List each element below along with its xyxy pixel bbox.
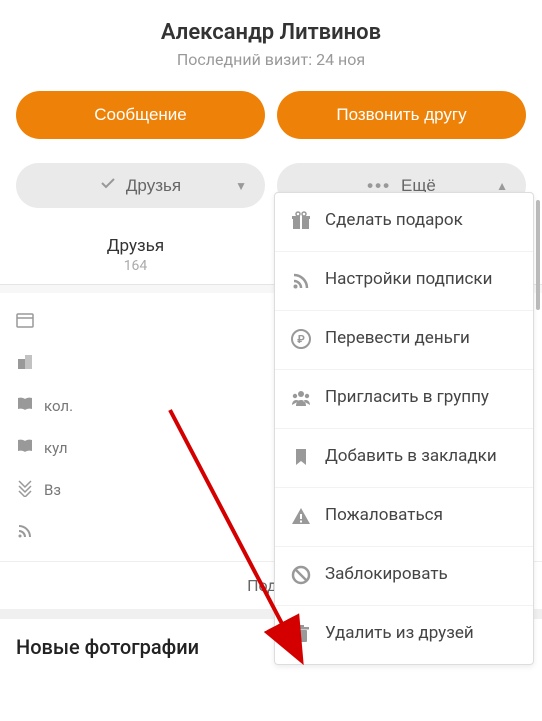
tab-friends[interactable]: Друзья 164: [0, 226, 271, 284]
rank-icon: [16, 479, 34, 501]
gift-icon: [291, 211, 311, 235]
menu-item-remove-friend[interactable]: Удалить из друзей: [275, 605, 533, 664]
warning-icon: [291, 506, 311, 530]
call-friend-button[interactable]: Позвонить другу: [277, 91, 526, 139]
list-item-label: кол.: [44, 397, 73, 415]
message-button[interactable]: Сообщение: [16, 91, 265, 139]
menu-item-invite-group[interactable]: Пригласить в группу: [275, 369, 533, 428]
friends-dropdown-button[interactable]: Друзья ▼: [16, 163, 265, 208]
trash-icon: [291, 624, 311, 648]
menu-label: Настройки подписки: [325, 268, 492, 290]
book-icon: [16, 395, 34, 417]
rss-icon: [291, 270, 311, 294]
menu-item-gift[interactable]: Сделать подарок: [275, 193, 533, 251]
menu-label: Заблокировать: [325, 563, 448, 585]
block-icon: [291, 565, 311, 589]
menu-label: Сделать подарок: [325, 209, 463, 231]
scrollbar[interactable]: [536, 200, 540, 310]
more-dropdown-menu: Сделать подарок Настройки подписки ₽ Пер…: [274, 192, 534, 665]
menu-label: Добавить в закладки: [325, 445, 497, 467]
chevron-down-icon: ▼: [235, 179, 247, 193]
svg-text:₽: ₽: [297, 333, 305, 346]
menu-item-subscribe[interactable]: Настройки подписки: [275, 251, 533, 310]
menu-item-transfer[interactable]: ₽ Перевести деньги: [275, 310, 533, 369]
tab-friends-label: Друзья: [0, 236, 271, 256]
tab-friends-count: 164: [0, 258, 271, 274]
list-item-label: кул: [44, 439, 68, 457]
chevron-up-icon: ▲: [496, 179, 508, 193]
menu-item-bookmark[interactable]: Добавить в закладки: [275, 428, 533, 487]
friends-dropdown-label: Друзья: [126, 176, 181, 196]
building-icon: [16, 353, 34, 375]
list-item-label: Вз: [44, 481, 61, 499]
last-visit: Последний визит: 24 ноя: [20, 50, 522, 69]
bookmark-icon: [291, 447, 311, 471]
menu-label: Удалить из друзей: [325, 622, 474, 644]
section-photos-title: Новые фотографии: [16, 635, 199, 659]
ruble-icon: ₽: [291, 329, 311, 353]
rss-icon: [16, 521, 34, 543]
book-icon: [16, 437, 34, 459]
menu-label: Перевести деньги: [325, 327, 470, 349]
check-icon: [100, 175, 116, 196]
group-icon: [291, 388, 311, 412]
menu-item-complain[interactable]: Пожаловаться: [275, 487, 533, 546]
profile-name: Александр Литвинов: [20, 20, 522, 45]
menu-label: Пригласить в группу: [325, 386, 489, 408]
menu-item-block[interactable]: Заблокировать: [275, 546, 533, 605]
calendar-icon: [16, 311, 34, 333]
menu-label: Пожаловаться: [325, 504, 443, 526]
